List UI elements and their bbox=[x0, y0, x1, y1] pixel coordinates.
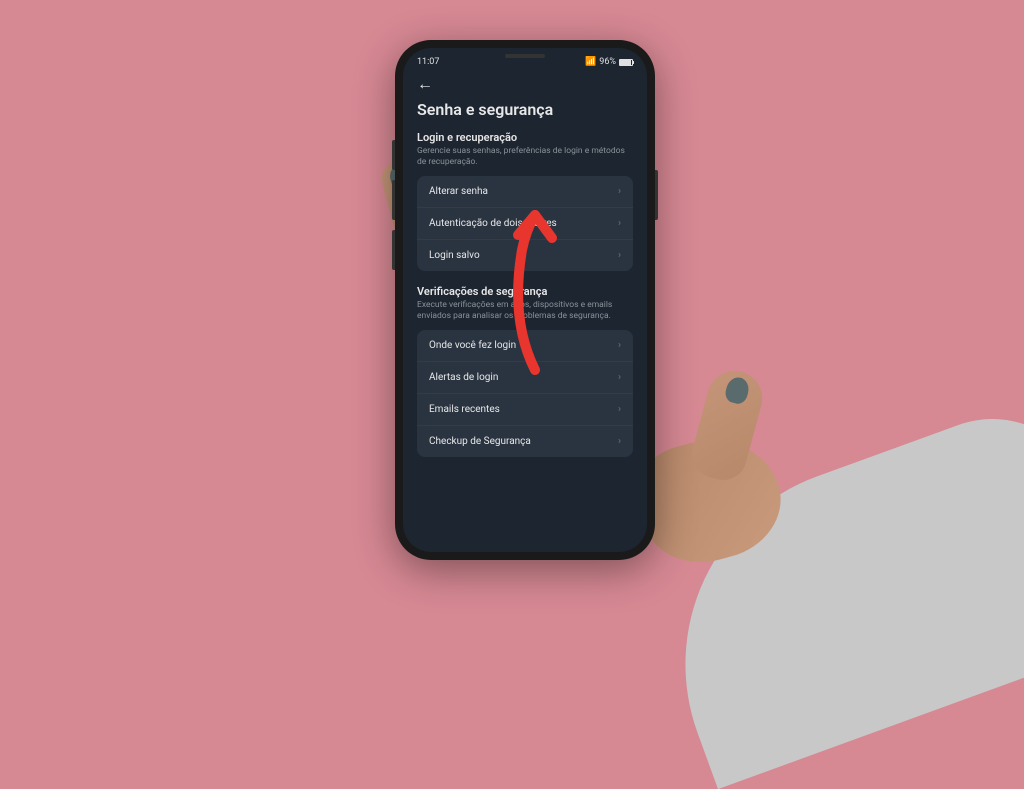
sleeve bbox=[629, 391, 1024, 789]
chevron-right-icon: › bbox=[618, 436, 621, 447]
phone-volume-up bbox=[392, 180, 395, 220]
menu-item-change-password[interactable]: Alterar senha › bbox=[417, 176, 633, 208]
menu-group-security: Onde você fez login › Alertas de login ›… bbox=[417, 330, 633, 457]
phone-notch bbox=[505, 54, 545, 58]
menu-item-label: Login salvo bbox=[429, 250, 480, 261]
menu-item-security-checkup[interactable]: Checkup de Segurança › bbox=[417, 426, 633, 457]
chevron-right-icon: › bbox=[618, 218, 621, 229]
signal-icon: 📶 bbox=[585, 57, 596, 67]
chevron-right-icon: › bbox=[618, 372, 621, 383]
section-desc-security: Execute verificações em apps, dispositiv… bbox=[417, 300, 633, 322]
section-title-security: Verificações de segurança bbox=[417, 285, 633, 298]
screen-content: ← Senha e segurança Login e recuperação … bbox=[403, 70, 647, 481]
chevron-right-icon: › bbox=[618, 186, 621, 197]
phone-screen: 11:07 📶 96% ← Senha e segurança Login e … bbox=[403, 48, 647, 552]
menu-item-label: Alertas de login bbox=[429, 372, 498, 383]
phone-frame: 11:07 📶 96% ← Senha e segurança Login e … bbox=[395, 40, 655, 560]
battery-pct: 96% bbox=[599, 57, 616, 67]
menu-item-two-factor[interactable]: Autenticação de dois fatores › bbox=[417, 208, 633, 240]
battery-icon bbox=[619, 59, 633, 66]
back-arrow-icon[interactable]: ← bbox=[417, 74, 633, 94]
menu-item-login-alerts[interactable]: Alertas de login › bbox=[417, 362, 633, 394]
chevron-right-icon: › bbox=[618, 250, 621, 261]
menu-item-saved-login[interactable]: Login salvo › bbox=[417, 240, 633, 271]
phone-power-button bbox=[655, 170, 658, 220]
menu-item-recent-emails[interactable]: Emails recentes › bbox=[417, 394, 633, 426]
thumb bbox=[687, 365, 769, 485]
chevron-right-icon: › bbox=[618, 340, 621, 351]
menu-item-label: Checkup de Segurança bbox=[429, 436, 531, 447]
chevron-right-icon: › bbox=[618, 404, 621, 415]
menu-item-label: Emails recentes bbox=[429, 404, 500, 415]
status-bar: 11:07 📶 96% bbox=[403, 48, 647, 70]
menu-item-where-logged-in[interactable]: Onde você fez login › bbox=[417, 330, 633, 362]
menu-item-label: Alterar senha bbox=[429, 186, 488, 197]
status-time: 11:07 bbox=[417, 57, 439, 67]
page-title: Senha e segurança bbox=[417, 100, 633, 119]
menu-item-label: Autenticação de dois fatores bbox=[429, 218, 557, 229]
menu-group-login: Alterar senha › Autenticação de dois fat… bbox=[417, 176, 633, 271]
phone-side-button bbox=[392, 140, 395, 170]
phone-volume-down bbox=[392, 230, 395, 270]
menu-item-label: Onde você fez login bbox=[429, 340, 516, 351]
section-title-login: Login e recuperação bbox=[417, 131, 633, 144]
section-desc-login: Gerencie suas senhas, preferências de lo… bbox=[417, 146, 633, 168]
